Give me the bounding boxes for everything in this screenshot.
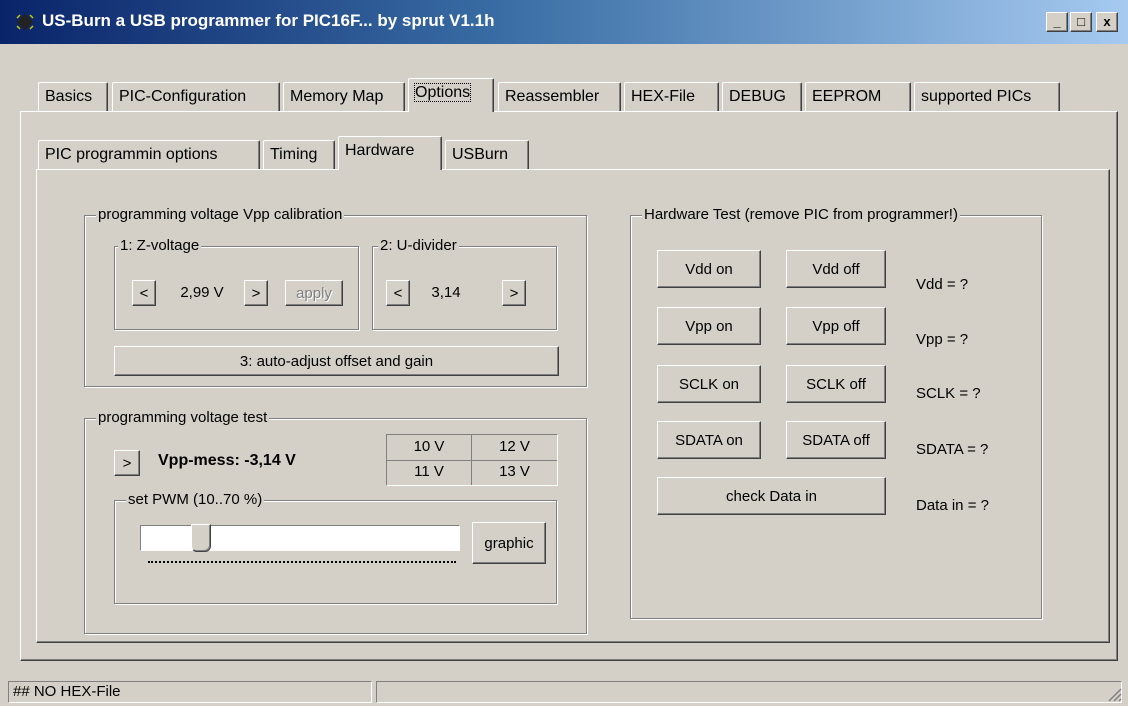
tab-label: Basics xyxy=(45,88,93,105)
tab-hex-file[interactable]: HEX-File xyxy=(624,82,719,112)
subtab-pic-programming-options[interactable]: PIC programmin options xyxy=(38,140,260,170)
statusbar-info-panel xyxy=(376,681,1122,703)
tab-label: HEX-File xyxy=(631,88,696,105)
tab-pic-configuration[interactable]: PIC-Configuration xyxy=(112,82,280,112)
calibration-group-title: programming voltage Vpp calibration xyxy=(96,206,345,224)
tab-label: supported PICs xyxy=(921,88,1032,105)
tab-memory-map[interactable]: Memory Map xyxy=(283,82,405,112)
sdata-status: SDATA = ? xyxy=(916,441,989,458)
tab-label: PIC-Configuration xyxy=(119,88,247,105)
pwm-title: set PWM (10..70 %) xyxy=(126,491,265,509)
zvoltage-value: 2,99 V xyxy=(180,284,224,301)
vpp-status: Vpp = ? xyxy=(916,331,969,348)
close-button[interactable]: x xyxy=(1096,12,1118,32)
apply-button[interactable]: apply xyxy=(285,280,343,306)
sdata-off-button[interactable]: SDATA off xyxy=(786,421,886,459)
tab-label: DEBUG xyxy=(729,88,786,105)
grid-divider xyxy=(387,460,557,461)
subtab-hardware[interactable]: Hardware xyxy=(338,136,442,170)
tab-reassembler[interactable]: Reassembler xyxy=(498,82,621,112)
tab-supported-pics[interactable]: supported PICs xyxy=(914,82,1060,112)
vpp-on-button[interactable]: Vpp on xyxy=(657,307,761,345)
udivider-title: 2: U-divider xyxy=(378,237,459,255)
pwm-slider-thumb[interactable] xyxy=(190,524,211,552)
grid-cell[interactable]: 13 V xyxy=(472,462,557,482)
check-data-in-button[interactable]: check Data in xyxy=(657,477,886,515)
subtab-timing[interactable]: Timing xyxy=(263,140,335,170)
auto-adjust-button[interactable]: 3: auto-adjust offset and gain xyxy=(114,346,559,376)
tab-label: Reassembler xyxy=(505,88,600,105)
voltage-grid: 10 V 12 V 11 V 13 V xyxy=(386,434,558,486)
title-bar[interactable]: US-Burn a USB programmer for PIC16F... b… xyxy=(0,0,1128,44)
grid-cell[interactable]: 11 V xyxy=(387,462,471,482)
sclk-status: SCLK = ? xyxy=(916,385,981,402)
tab-options[interactable]: Options xyxy=(408,78,494,112)
tab-label: PIC programmin options xyxy=(45,146,218,163)
pwm-slider[interactable] xyxy=(140,524,460,552)
vpp-measure-button[interactable]: > xyxy=(114,450,140,476)
vpp-mess-readout: Vpp-mess: -3,14 V xyxy=(158,452,296,469)
tab-label: Options xyxy=(413,83,472,102)
statusbar-file-text: ## NO HEX-File xyxy=(13,683,121,700)
zvoltage-title: 1: Z-voltage xyxy=(118,237,202,255)
zvoltage-increase-button[interactable]: > xyxy=(244,280,268,306)
pwm-slider-ticks xyxy=(148,561,456,564)
grid-cell[interactable]: 10 V xyxy=(387,437,471,457)
minimize-button[interactable]: _ xyxy=(1046,12,1068,32)
statusbar-file-panel: ## NO HEX-File xyxy=(8,681,372,703)
vdd-on-button[interactable]: Vdd on xyxy=(657,250,761,288)
grid-cell[interactable]: 12 V xyxy=(472,437,557,457)
vdd-off-button[interactable]: Vdd off xyxy=(786,250,886,288)
sdata-on-button[interactable]: SDATA on xyxy=(657,421,761,459)
tab-label: USBurn xyxy=(452,146,509,163)
tab-basics[interactable]: Basics xyxy=(38,82,108,112)
udivider-value: 3,14 xyxy=(431,284,461,301)
resize-grip-icon[interactable] xyxy=(1106,686,1122,702)
graphic-button[interactable]: graphic xyxy=(472,522,546,564)
sclk-on-button[interactable]: SCLK on xyxy=(657,365,761,403)
zvoltage-decrease-button[interactable]: < xyxy=(132,280,156,306)
tab-eeprom[interactable]: EEPROM xyxy=(805,82,911,112)
udivider-increase-button[interactable]: > xyxy=(502,280,526,306)
data-in-status: Data in = ? xyxy=(916,497,989,514)
sclk-off-button[interactable]: SCLK off xyxy=(786,365,886,403)
tab-label: Hardware xyxy=(345,142,415,159)
tab-label: EEPROM xyxy=(812,88,882,105)
tab-label: Memory Map xyxy=(290,88,384,105)
tab-label: Timing xyxy=(270,146,318,163)
tab-debug[interactable]: DEBUG xyxy=(722,82,802,112)
chip-icon xyxy=(16,13,34,31)
vpp-off-button[interactable]: Vpp off xyxy=(786,307,886,345)
voltage-test-title: programming voltage test xyxy=(96,409,270,427)
maximize-button[interactable]: □ xyxy=(1070,12,1092,32)
subtab-usburn[interactable]: USBurn xyxy=(445,140,529,170)
window-title: US-Burn a USB programmer for PIC16F... b… xyxy=(42,11,495,30)
udivider-decrease-button[interactable]: < xyxy=(386,280,410,306)
vdd-status: Vdd = ? xyxy=(916,276,969,293)
hardware-test-title: Hardware Test (remove PIC from programme… xyxy=(642,206,960,224)
